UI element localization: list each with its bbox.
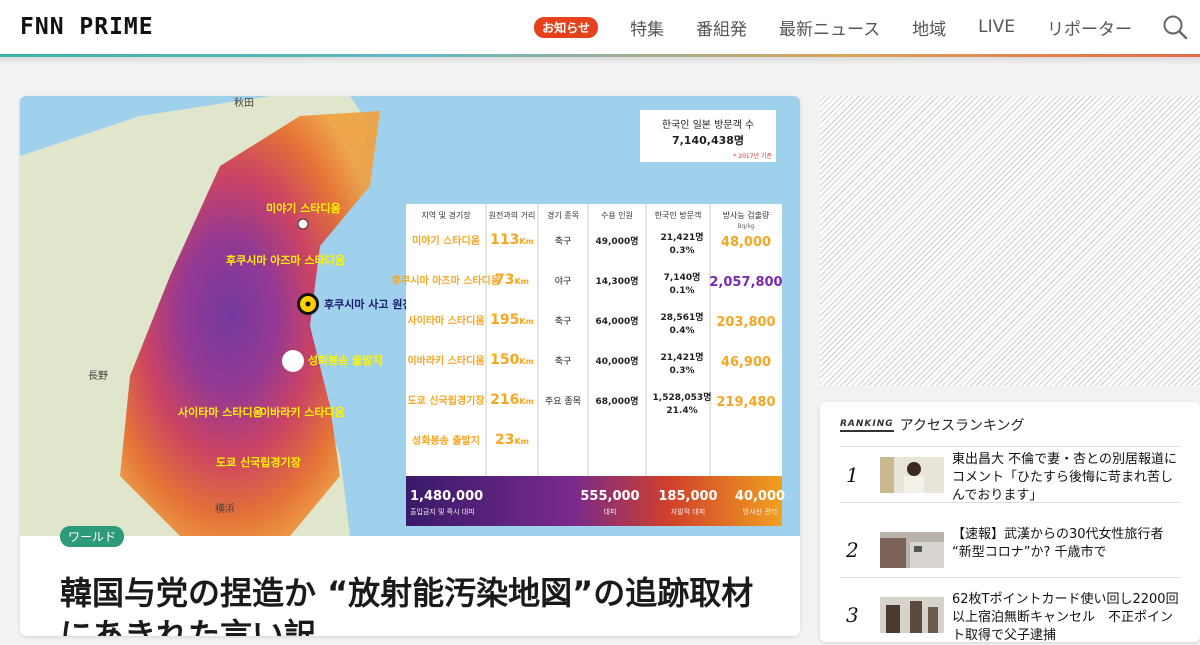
table-header: 방사능 검출량 bbox=[723, 210, 770, 220]
notice-badge[interactable]: お知らせ bbox=[534, 16, 598, 38]
label-fukushima-stadium: 후쿠시마 아즈마 스타디움 bbox=[226, 253, 345, 267]
table-event: 축구 bbox=[555, 356, 572, 367]
table-visitors: 28,561명 bbox=[660, 311, 703, 323]
table-capacity: 14,300명 bbox=[595, 275, 638, 287]
rank-number: 2 bbox=[846, 537, 859, 562]
nav-item-live[interactable]: LIVE bbox=[978, 17, 1015, 37]
featured-article-card[interactable]: 秋田 長野 横浜 미야기 스타디움 후쿠시마 아즈마 스타디움 후쿠시마 사고 … bbox=[20, 96, 800, 636]
ranking-title: アクセスランキング bbox=[899, 418, 1025, 434]
table-venue: 도쿄 신국립경기장 bbox=[407, 394, 485, 407]
table-capacity: 49,000명 bbox=[595, 235, 638, 247]
table-radiation: 46,900 bbox=[721, 355, 771, 370]
table-event: 축구 bbox=[555, 236, 572, 247]
table-share: 0.3% bbox=[670, 246, 695, 256]
table-radiation: 48,000 bbox=[721, 235, 771, 250]
label-miyagi: 미야기 스타디움 bbox=[266, 201, 341, 215]
table-venue: 후쿠시마 아즈마 스타디움 bbox=[392, 274, 500, 287]
table-venue: 성화봉송 출발지 bbox=[412, 434, 480, 447]
rank-thumbnail[interactable] bbox=[880, 596, 944, 633]
table-header: 원전과의 거리 bbox=[489, 210, 536, 220]
footer-label: 출입금지 및 즉시 대피 bbox=[410, 507, 475, 516]
table-share: 0.1% bbox=[670, 286, 695, 296]
rank-number: 3 bbox=[846, 602, 859, 627]
table-radiation: 219,480 bbox=[716, 395, 775, 410]
footer-label: 대피 bbox=[604, 507, 617, 516]
table-share: 21.4% bbox=[666, 406, 697, 416]
table-capacity: 68,000명 bbox=[595, 395, 638, 407]
table-share: 0.4% bbox=[670, 326, 695, 336]
table-visitors: 7,140명 bbox=[664, 271, 701, 283]
table-capacity: 40,000명 bbox=[595, 355, 638, 367]
label-saitama: 사이타마 스타디움 bbox=[178, 405, 263, 419]
table-capacity: 64,000명 bbox=[595, 315, 638, 327]
table-header: 지역 및 경기장 bbox=[421, 210, 471, 220]
table-event: 주요 종목 bbox=[545, 396, 581, 407]
table-header: 한국인 방문객 bbox=[655, 210, 702, 220]
nav-item-latest-news[interactable]: 最新ニュース bbox=[779, 15, 880, 40]
ranking-item[interactable]: 1 東出昌大 不倫で妻・杏との別居報道にコメント「ひたすら後悔に苛まれ苦しんでお… bbox=[840, 447, 1180, 503]
table-visitors: 21,421명 bbox=[660, 351, 703, 363]
footer-value: 40,000 bbox=[735, 489, 785, 504]
visitors-value: 7,140,438명 bbox=[672, 133, 744, 147]
rank-headline: 62枚Tポイントカード使い回し2200回以上宿泊無断キャンセル 不正ポイント取得… bbox=[952, 592, 1179, 643]
search-icon[interactable] bbox=[1162, 14, 1188, 40]
nav-item-region[interactable]: 地域 bbox=[912, 15, 946, 40]
table-event: 축구 bbox=[555, 316, 572, 327]
marker-miyagi bbox=[297, 218, 309, 230]
visitors-note: * 2017년 기준 bbox=[733, 152, 772, 160]
ranking-item[interactable]: 3 62枚Tポイントカード使い回し2200回以上宿泊無断キャンセル 不正ポイント… bbox=[840, 587, 1180, 643]
label-nuclear-plant: 후쿠시마 사고 원전 bbox=[324, 297, 413, 311]
ad-slot[interactable] bbox=[820, 96, 1200, 386]
site-header: FNN PRIME お知らせ 特集 番組発 最新ニュース 地域 LIVE リポー… bbox=[0, 0, 1200, 54]
footer-value: 185,000 bbox=[658, 489, 717, 504]
ranking-item[interactable]: 2 【速報】武漢からの30代女性旅行者 “新型コロナ”か? 千歳市で bbox=[840, 522, 1180, 578]
city-label-akita: 秋田 bbox=[234, 96, 254, 109]
rank-thumbnail[interactable] bbox=[880, 531, 944, 568]
table-radiation: 2,057,800 bbox=[709, 275, 782, 290]
city-label-nagano: 長野 bbox=[88, 370, 108, 382]
table-visitors: 1,528,053명 bbox=[653, 391, 712, 403]
table-venue: 미야기 스타디움 bbox=[412, 234, 480, 247]
main-nav: お知らせ 特集 番組発 最新ニュース 地域 LIVE リポーター bbox=[534, 0, 1200, 54]
nav-item-features[interactable]: 特集 bbox=[630, 15, 664, 40]
table-radiation: 203,800 bbox=[716, 315, 775, 330]
label-tokyo: 도쿄 신국립경기장 bbox=[216, 455, 301, 469]
nav-item-programs[interactable]: 番組発 bbox=[696, 15, 747, 40]
label-torch-start: 성화봉송 출발지 bbox=[308, 353, 383, 367]
footer-value: 555,000 bbox=[580, 489, 639, 504]
nav-item-reporter[interactable]: リポーター bbox=[1047, 15, 1132, 40]
footer-label: 방사선 관리 bbox=[743, 507, 777, 516]
label-ibaraki: 이바라키 스타디움 bbox=[260, 405, 345, 419]
footer-label: 자발적 대피 bbox=[671, 507, 705, 516]
table-venue: 이바라키 스타디움 bbox=[407, 354, 484, 367]
table-header: 경기 종목 bbox=[547, 210, 579, 220]
ranking-header: RANKING アクセスランキング bbox=[840, 416, 1025, 434]
table-header: 수용 인원 bbox=[601, 210, 633, 220]
table-share: 0.3% bbox=[670, 366, 695, 376]
stats-table: 지역 및 경기장 원전과의 거리 경기 종목 수용 인원 한국인 방문객 방사능 검출량 B… bbox=[392, 204, 783, 476]
table-visitors: 21,421명 bbox=[660, 231, 703, 243]
visitors-title: 한국인 일본 방문객 수 bbox=[662, 119, 754, 131]
category-badge[interactable]: ワールド bbox=[60, 526, 125, 547]
torch-icon bbox=[282, 350, 304, 372]
ranking-panel: RANKING アクセスランキング 1 東出昌大 不倫で妻・杏との別居報道にコメ… bbox=[820, 402, 1200, 643]
footer-value: 1,480,000 bbox=[410, 489, 483, 504]
article-hero-image[interactable]: 秋田 長野 横浜 미야기 스타디움 후쿠시마 아즈마 스타디움 후쿠시마 사고 … bbox=[20, 96, 800, 536]
site-logo[interactable]: FNN PRIME bbox=[20, 14, 154, 40]
table-unit: Bq/kg bbox=[737, 223, 754, 230]
ranking-tag: RANKING bbox=[840, 419, 894, 432]
rank-headline: 東出昌大 不倫で妻・杏との別居報道にコメント「ひたすら後悔に苛まれ苦しんでおりま… bbox=[952, 452, 1178, 503]
table-venue: 사이타마 스타디움 bbox=[407, 314, 484, 327]
city-label-yokohama: 横浜 bbox=[215, 502, 235, 515]
table-event: 야구 bbox=[555, 276, 572, 287]
rank-number: 1 bbox=[846, 462, 859, 487]
rank-headline: 【速報】武漢からの30代女性旅行者 “新型コロナ”か? 千歳市で bbox=[952, 527, 1164, 560]
rank-thumbnail[interactable] bbox=[880, 456, 944, 493]
article-headline[interactable]: 韓国与党の捏造か “放射能汚染地図”の追跡取材にあきれた言い訳 bbox=[60, 572, 760, 636]
header-shadow bbox=[0, 57, 1200, 65]
